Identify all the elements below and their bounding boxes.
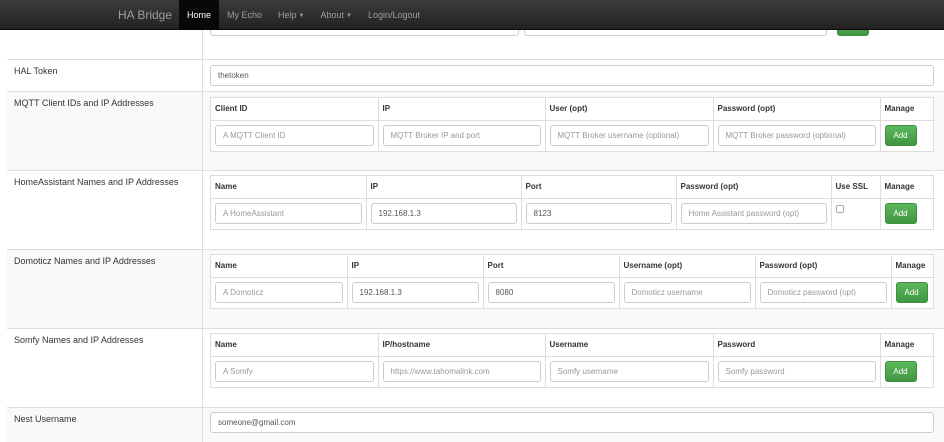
nav-item-home[interactable]: Home: [179, 0, 220, 30]
domoticz-header-password: Password (opt): [755, 255, 892, 278]
ha-password-input[interactable]: Home Assistant password (opt): [680, 203, 827, 225]
nav-item-help[interactable]: Help ▼: [270, 0, 312, 30]
ha-header-name: Name: [211, 176, 367, 199]
homeassistant-label: HomeAssistant Names and IP Addresses: [14, 177, 179, 187]
mqtt-header-ip: IP: [378, 98, 546, 121]
domoticz-name-input[interactable]: A Domoticz: [215, 282, 343, 304]
hal-token-input[interactable]: thetoken: [210, 65, 934, 86]
nav-item-help-label: Help: [278, 10, 297, 20]
domoticz-header-manage: Manage: [891, 255, 935, 278]
somfy-name-input[interactable]: A Somfy: [215, 361, 374, 383]
mqtt-user-input[interactable]: MQTT Broker username (optional): [549, 125, 709, 147]
somfy-label: Somfy Names and IP Addresses: [14, 335, 144, 345]
ha-name-input[interactable]: A HomeAssistant: [215, 203, 362, 225]
domoticz-label: Domoticz Names and IP Addresses: [14, 256, 156, 266]
nav-item-login-logout[interactable]: Login/Logout: [360, 0, 428, 30]
domoticz-username-input[interactable]: Domoticz username: [623, 282, 751, 304]
ha-use-ssl-checkbox[interactable]: [835, 205, 844, 214]
domoticz-add-button[interactable]: Add: [895, 282, 928, 304]
somfy-header-name: Name: [211, 334, 379, 357]
nav-item-about[interactable]: About ▼: [313, 0, 360, 30]
domoticz-header-ip: IP: [347, 255, 484, 278]
ha-ip-input[interactable]: 192.168.1.3: [370, 203, 517, 225]
mqtt-password-input[interactable]: MQTT Broker password (optional): [717, 125, 876, 147]
nav-menu: Home My Echo Help ▼ About ▼ Login/Logout: [179, 0, 428, 30]
ha-header-ip: IP: [366, 176, 522, 199]
mqtt-header-manage: Manage: [880, 98, 935, 121]
nest-username-input[interactable]: someone@gmail.com: [210, 412, 934, 433]
caret-down-icon: ▼: [346, 12, 352, 19]
somfy-password-input[interactable]: Somfy password: [717, 361, 876, 383]
settings-row-nest: Nest Username someone@gmail.com: [7, 407, 944, 442]
nest-username-label: Nest Username: [14, 414, 77, 424]
somfy-header-ip: IP/hostname: [378, 334, 546, 357]
somfy-table: Name IP/hostname Username Password Manag…: [210, 333, 935, 388]
somfy-username-input[interactable]: Somfy username: [549, 361, 709, 383]
domoticz-password-input[interactable]: Domoticz password (opt): [759, 282, 887, 304]
domoticz-header-username: Username (opt): [619, 255, 756, 278]
settings-row-domoticz: Domoticz Names and IP Addresses Name IP …: [7, 249, 944, 328]
domoticz-header-name: Name: [211, 255, 348, 278]
ha-port-input[interactable]: 8123: [525, 203, 672, 225]
mqtt-header-client-id: Client ID: [211, 98, 379, 121]
brand-link[interactable]: HA Bridge: [118, 0, 172, 30]
ha-header-manage: Manage: [880, 176, 935, 199]
settings-row-somfy: Somfy Names and IP Addresses Name IP/hos…: [7, 328, 944, 407]
nav-item-about-label: About: [320, 10, 345, 20]
domoticz-ip-input[interactable]: 192.168.1.3: [351, 282, 479, 304]
nav-item-my-echo-label: My Echo: [227, 10, 263, 20]
somfy-header-manage: Manage: [880, 334, 935, 357]
ha-header-use-ssl: Use SSL: [831, 176, 881, 199]
hal-token-label: HAL Token: [14, 66, 58, 76]
domoticz-port-input[interactable]: 8080: [487, 282, 615, 304]
mqtt-ip-input[interactable]: MQTT Broker IP and port: [382, 125, 541, 147]
settings-row-hal-token: HAL Token thetoken: [7, 59, 944, 91]
nav-item-login-logout-label: Login/Logout: [367, 10, 421, 20]
mqtt-table: Client ID IP User (opt) Password (opt) M…: [210, 97, 935, 152]
ha-add-button[interactable]: Add: [884, 203, 917, 225]
mqtt-label: MQTT Client IDs and IP Addresses: [14, 98, 154, 108]
settings-row-mqtt: MQTT Client IDs and IP Addresses Client …: [7, 91, 944, 170]
domoticz-table: Name IP Port Username (opt) Password (op…: [210, 254, 935, 309]
nav-item-home-label: Home: [187, 10, 212, 20]
domoticz-header-port: Port: [483, 255, 620, 278]
homeassistant-table: Name IP Port Password (opt) Use SSL Mana…: [210, 175, 935, 230]
somfy-hostname-input[interactable]: https://www.tahomalink.com: [382, 361, 541, 383]
mqtt-header-user: User (opt): [545, 98, 714, 121]
settings-row-homeassistant: HomeAssistant Names and IP Addresses Nam…: [7, 170, 944, 249]
mqtt-client-id-input[interactable]: A MQTT Client ID: [215, 125, 374, 147]
mqtt-add-button[interactable]: Add: [884, 125, 917, 147]
somfy-header-username: Username: [545, 334, 714, 357]
somfy-header-password: Password: [713, 334, 881, 357]
ha-header-password: Password (opt): [676, 176, 832, 199]
ha-header-port: Port: [521, 176, 677, 199]
mqtt-header-password: Password (opt): [713, 98, 881, 121]
nav-item-my-echo[interactable]: My Echo: [219, 0, 270, 30]
somfy-add-button[interactable]: Add: [884, 361, 917, 383]
top-navbar: HA Bridge Home My Echo Help ▼ About ▼ Logi…: [0, 0, 944, 30]
caret-down-icon: ▼: [298, 12, 305, 19]
